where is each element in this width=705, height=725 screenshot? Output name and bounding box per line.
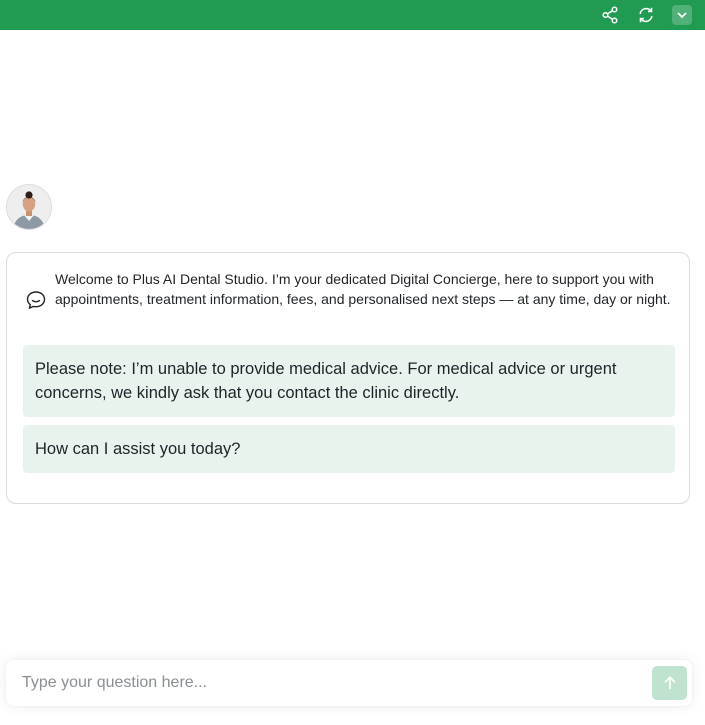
arrow-up-icon bbox=[663, 676, 676, 689]
chat-message-card: Welcome to Plus AI Dental Studio. I’m yo… bbox=[6, 252, 690, 504]
question-input[interactable] bbox=[6, 660, 636, 706]
chat-bubble-icon bbox=[25, 289, 47, 311]
composer bbox=[6, 660, 692, 706]
chevron-down-icon[interactable] bbox=[672, 5, 692, 25]
assistant-avatar bbox=[6, 184, 52, 230]
header-bar bbox=[0, 0, 705, 30]
send-button[interactable] bbox=[652, 666, 687, 700]
refresh-icon[interactable] bbox=[634, 4, 658, 26]
share-icon[interactable] bbox=[598, 4, 622, 26]
assist-prompt-message: How can I assist you today? bbox=[23, 425, 675, 473]
notice-message: Please note: I’m unable to provide medic… bbox=[23, 345, 675, 417]
welcome-message: Welcome to Plus AI Dental Studio. I’m yo… bbox=[55, 271, 671, 307]
